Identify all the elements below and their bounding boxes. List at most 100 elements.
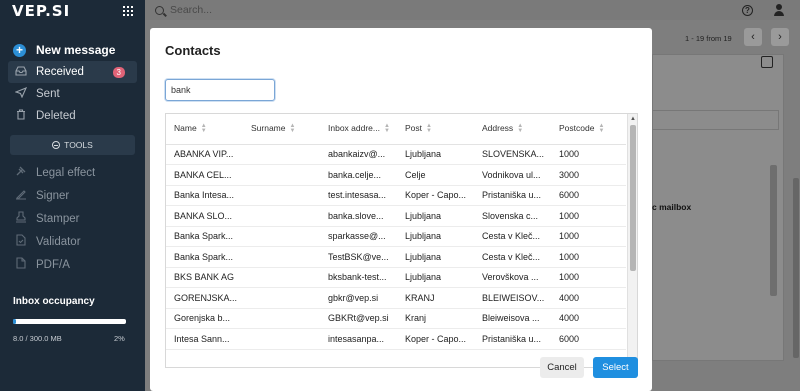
- table-cell: [243, 246, 320, 268]
- table-cell: Banka Spark...: [166, 246, 243, 268]
- column-header-label: Name: [174, 123, 197, 134]
- table-row[interactable]: Intesa Sann... intesasanpa... Koper - Capo…: [166, 328, 626, 350]
- tool-legal-effect[interactable]: Legal effect: [0, 161, 145, 184]
- table-cell: Gorenjska b...: [166, 308, 243, 329]
- sort-icon[interactable]: ▲ ▼: [201, 123, 207, 134]
- tools-label: TOOLS: [64, 140, 93, 150]
- column-header[interactable]: Postcode ▲ ▼: [551, 114, 626, 145]
- contacts-book-icon[interactable]: [761, 56, 773, 68]
- search-placeholder: Search...: [170, 4, 213, 16]
- sidebar-item-sent[interactable]: Sent: [0, 83, 145, 105]
- table-row[interactable]: Banka Intesa... test.intesasa... Koper - C…: [166, 185, 626, 206]
- pdf-icon: [14, 257, 28, 272]
- table-cell: bksbank-test...: [320, 267, 397, 288]
- table-cell: Kranj: [397, 308, 474, 329]
- dialog-title: Contacts: [165, 43, 221, 58]
- table-cell: Ljubljana: [397, 205, 474, 227]
- table-cell: Cesta v Kleč...: [474, 246, 551, 268]
- sort-icon[interactable]: ▲ ▼: [290, 123, 296, 134]
- logo-row: VEP.SI: [0, 0, 145, 22]
- pagination-info: 1 - 19 from 19: [685, 34, 732, 43]
- scroll-up-arrow-icon[interactable]: ▲: [629, 115, 637, 123]
- occupancy-progress-bar: [13, 319, 126, 324]
- scrollbar-thumb[interactable]: [630, 125, 636, 271]
- column-header[interactable]: Name ▲ ▼: [166, 114, 243, 145]
- table-row[interactable]: BANKA SLO... banka.slove... Ljubljana Slove…: [166, 205, 626, 227]
- new-message-button[interactable]: + New message: [0, 39, 145, 61]
- collapse-icon: [52, 141, 61, 149]
- sort-icon[interactable]: ▲ ▼: [426, 123, 432, 134]
- sort-icon[interactable]: ▲ ▼: [517, 123, 523, 134]
- help-icon[interactable]: ?: [742, 4, 753, 16]
- column-header-label: Address: [482, 123, 514, 134]
- sidebar-item-received[interactable]: Received 3: [8, 61, 137, 83]
- tool-signer[interactable]: Signer: [0, 184, 145, 207]
- table-cell: Pristaniška u...: [474, 185, 551, 206]
- next-page-button[interactable]: ›: [771, 28, 789, 46]
- user-account-icon[interactable]: [773, 4, 785, 16]
- select-button[interactable]: Select: [593, 357, 638, 378]
- table-cell: TestBSK@ve...: [320, 246, 397, 268]
- table-scrollbar[interactable]: ▲ ▼: [627, 114, 637, 367]
- inbox-icon: [14, 65, 28, 79]
- column-header-label: Postcode: [559, 123, 595, 134]
- sidebar-item-deleted[interactable]: Deleted: [0, 105, 145, 127]
- occupancy-progress-fill: [13, 319, 17, 324]
- panel-scrollbar[interactable]: [770, 165, 777, 296]
- plus-icon: +: [13, 43, 26, 57]
- column-header[interactable]: Surname ▲ ▼: [243, 114, 320, 145]
- table-row[interactable]: ABANKA VIP... abankaizv@... Ljubljana SLOVE…: [166, 144, 626, 165]
- panel-input-field[interactable]: [652, 110, 779, 130]
- table-cell: [243, 328, 320, 350]
- tool-stamper[interactable]: Stamper: [0, 207, 145, 230]
- table-row[interactable]: Banka Spark... sparkasse@... Ljubljana Cest…: [166, 226, 626, 247]
- table-row[interactable]: Gorenjska b... GBKRt@vep.si Kranj Bleiweiso…: [166, 308, 626, 329]
- table-cell: [243, 226, 320, 247]
- sort-icon[interactable]: ▲ ▼: [384, 123, 390, 134]
- tool-label: PDF/A: [36, 258, 70, 271]
- table-row[interactable]: Banka Spark... TestBSK@ve... Ljubljana Cest…: [166, 246, 626, 268]
- table-row[interactable]: BANKA CEL... banka.celje... Celje Vodnikova…: [166, 164, 626, 186]
- tool-label: Legal effect: [36, 166, 96, 179]
- contacts-filter-input[interactable]: [165, 79, 275, 101]
- table-row[interactable]: BKS BANK AG bksbank-test... Ljubljana Verov…: [166, 267, 626, 288]
- mailbox-label: c mailbox: [652, 202, 692, 212]
- table-cell: GORENJSKA...: [166, 287, 243, 309]
- table-cell: [243, 185, 320, 206]
- table-cell: abankaizv@...: [320, 144, 397, 165]
- table-cell: Pristaniška u...: [474, 328, 551, 350]
- stamp-icon: [14, 211, 28, 226]
- table-cell: BANKA CEL...: [166, 164, 243, 186]
- logo[interactable]: VEP.SI: [12, 2, 70, 20]
- table-cell: ABANKA VIP...: [166, 144, 243, 165]
- main-scrollbar[interactable]: [793, 178, 799, 358]
- cancel-button[interactable]: Cancel: [540, 357, 584, 378]
- tool-pdfa[interactable]: PDF/A: [0, 253, 145, 276]
- table-cell: banka.slove...: [320, 205, 397, 227]
- tools-section-header[interactable]: TOOLS: [10, 135, 135, 155]
- topbar: Search... ?: [145, 0, 800, 20]
- table-cell: [243, 308, 320, 329]
- contacts-dialog: Contacts Name ▲▼ Surname ▲▼ Inbox addre... ▲▼…: [150, 28, 652, 391]
- table-cell: 6000: [551, 328, 626, 350]
- table-cell: GBKRt@vep.si: [320, 308, 397, 329]
- prev-page-button[interactable]: ‹: [744, 28, 762, 46]
- table-cell: BLEIWEISOV...: [474, 287, 551, 309]
- column-header[interactable]: Post ▲ ▼: [397, 114, 474, 145]
- table-cell: BANKA SLO...: [166, 205, 243, 227]
- column-header[interactable]: Address ▲ ▼: [474, 114, 551, 145]
- sidebar-item-label: Deleted: [36, 110, 76, 122]
- sort-icon[interactable]: ▲ ▼: [598, 123, 604, 134]
- tool-validator[interactable]: Validator: [0, 230, 145, 253]
- unread-count-badge: 3: [112, 67, 125, 78]
- column-header[interactable]: Inbox addre... ▲ ▼: [320, 114, 397, 145]
- apps-grid-icon[interactable]: [123, 6, 133, 16]
- table-header-row: Name ▲ ▼ Surname ▲ ▼ Inbox addre... ▲ ▼ Post ▲ ▼ Add…: [166, 114, 626, 145]
- table-cell: BKS BANK AG: [166, 267, 243, 288]
- table-cell: Cesta v Kleč...: [474, 226, 551, 247]
- table-cell: 1000: [551, 246, 626, 268]
- search-box[interactable]: Search...: [145, 4, 742, 16]
- table-cell: 1000: [551, 144, 626, 165]
- table-cell: Ljubljana: [397, 226, 474, 247]
- table-row[interactable]: GORENJSKA... gbkr@vep.si KRANJ BLEIWEISOV..…: [166, 287, 626, 309]
